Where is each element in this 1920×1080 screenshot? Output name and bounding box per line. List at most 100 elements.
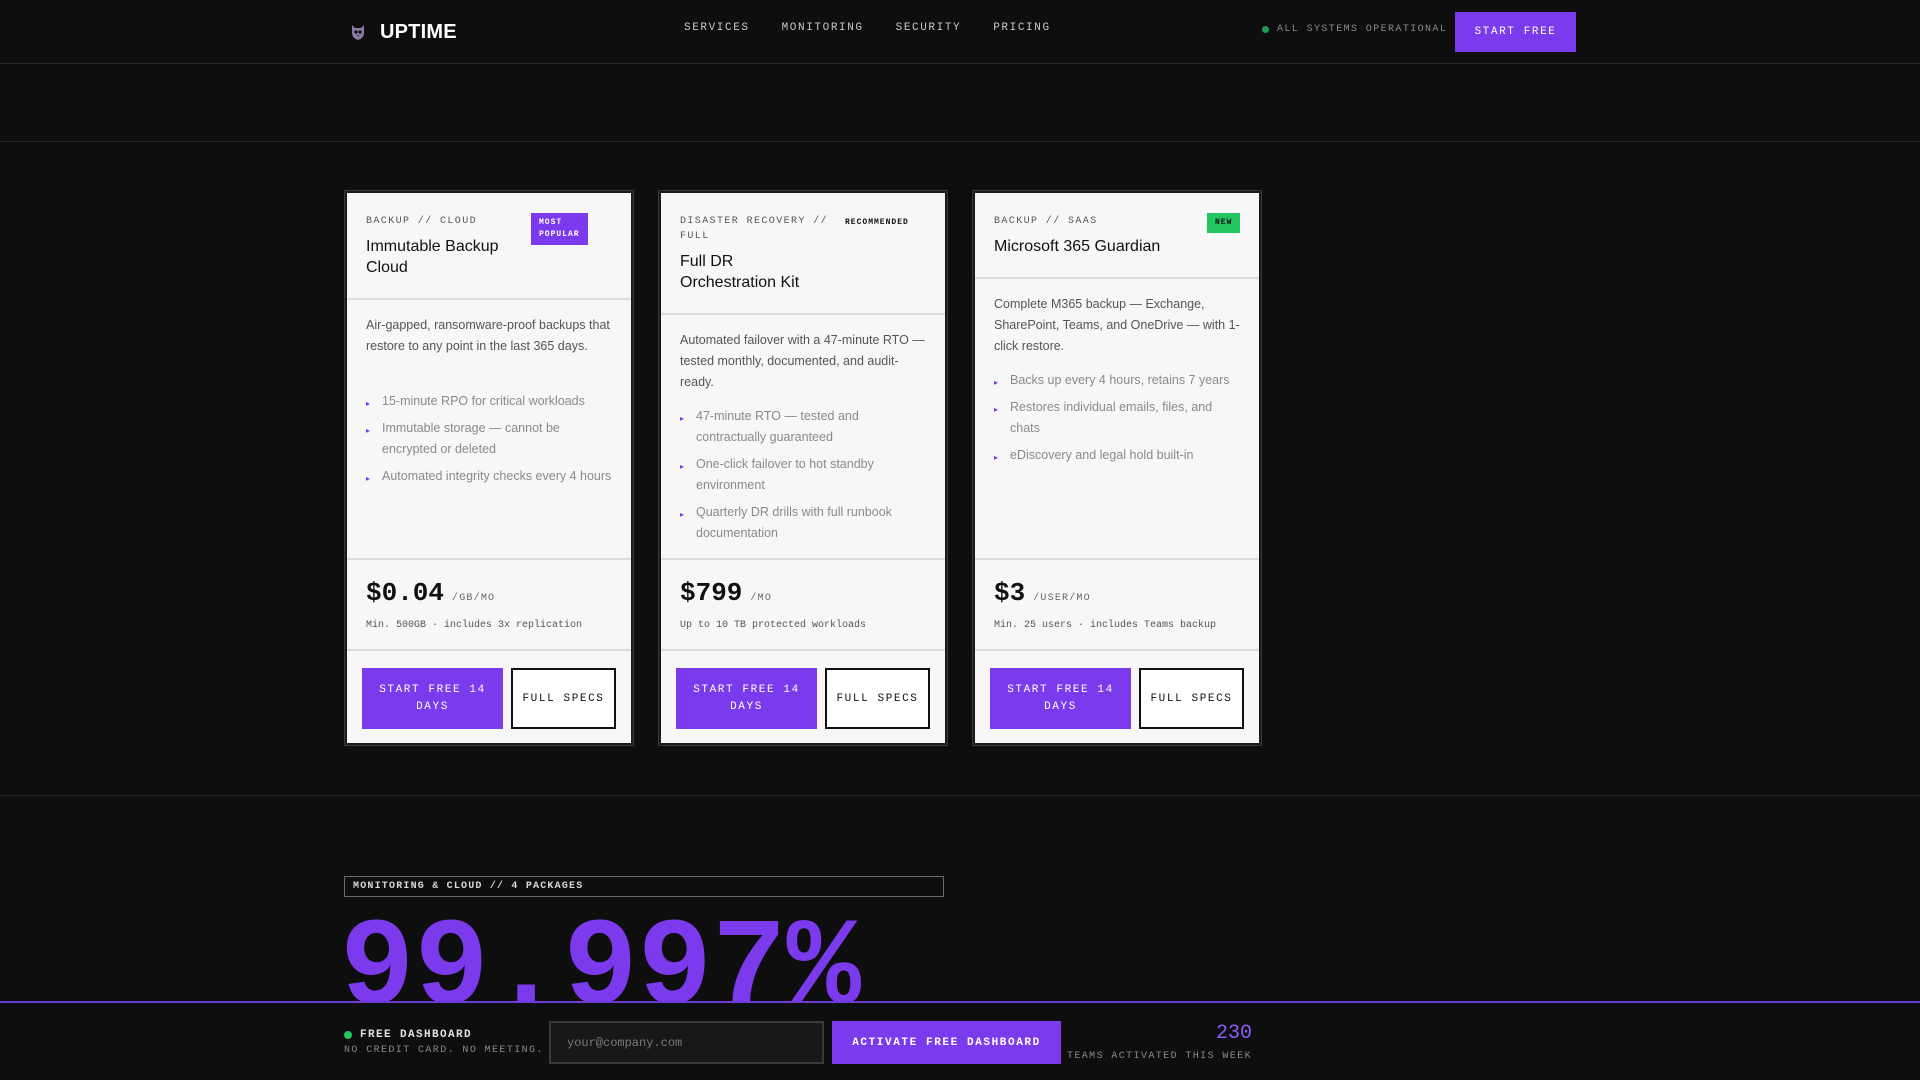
price: $3 /USER/MO [994,578,1091,608]
bullet-icon: ▸ [994,453,999,462]
feature-list: ▸ 15-minute RPO for critical workloads ▸ I… [366,391,616,493]
card-title-line: Cloud [366,259,408,276]
recommended-badge: RECOMMENDED [845,218,909,227]
main-nav: SERVICES MONITORING SECURITY PRICING [684,22,1051,34]
card-description: Automated failover with a 47-minute RTO … [680,333,925,389]
price-note: Min. 500GB · includes 3x replication [366,620,583,631]
feature-text: 47-minute RTO — tested and contractually… [696,409,859,444]
bullet-icon: ▸ [680,462,685,471]
status-dot-icon [344,1031,352,1039]
teams-count: 230 [1215,1022,1252,1045]
price-unit: /GB/MO [452,593,496,604]
bullet-icon: ▸ [680,510,685,519]
section-tag: MONITORING & CLOUD // 4 PACKAGES [344,876,944,897]
signup-bar: FREE DASHBOARD NO CREDIT CARD. NO MEETIN… [0,1001,1920,1080]
price-note: Min. 25 users · includes Teams backup [994,620,1217,631]
nav-pricing[interactable]: PRICING [993,22,1050,34]
feature-item: ▸ 47-minute RTO — tested and contractuall… [680,406,930,448]
feature-item: ▸ Automated integrity checks every 4 hour… [366,466,616,487]
pricing-card-immutable-backup: BACKUP // CLOUD Immutable Backup Cloud M… [345,191,633,745]
card-title: Microsoft 365 Guardian [994,238,1161,255]
price: $0.04 /GB/MO [366,578,495,608]
full-specs-button[interactable]: FULL SPECS [1139,668,1244,729]
eyebrow-line: DISASTER RECOVERY // [680,216,829,227]
card-description: Air-gapped, ransomware-proof backups tha… [366,318,610,353]
section-divider [0,141,1920,142]
feature-text: Quarterly DR drills with full runbook do… [696,505,892,540]
teams-count-label: TEAMS ACTIVATED THIS WEEK [1066,1051,1252,1062]
site-header: UPTIME SERVICES MONITORING SECURITY PRIC… [0,0,1920,64]
bullet-icon: ▸ [680,414,685,423]
badge-line: POPULAR [539,230,580,239]
card-header: BACKUP // SAAS Microsoft 365 Guardian NE… [975,193,1259,279]
card-title-line: Orchestration Kit [680,274,800,291]
shield-owl-icon [352,25,364,40]
activate-dashboard-button[interactable]: ACTIVATE FREE DASHBOARD [832,1021,1061,1064]
start-free-trial-button[interactable]: START FREE 14 DAYS [990,668,1131,729]
email-input[interactable] [549,1021,824,1064]
bullet-icon: ▸ [366,399,371,408]
feature-text: Backs up every 4 hours, retains 7 years [1010,373,1230,387]
feature-text: eDiscovery and legal hold built-in [1010,448,1194,462]
bullet-icon: ▸ [994,405,999,414]
full-specs-button[interactable]: FULL SPECS [825,668,930,729]
nav-services[interactable]: SERVICES [684,22,750,34]
card-title-line: Full DR [680,253,734,270]
status-dot-icon [1262,26,1269,33]
feature-item: ▸ eDiscovery and legal hold built-in [994,445,1244,466]
price-section: $3 /USER/MO Min. 25 users · includes Tea… [975,558,1259,651]
nav-monitoring[interactable]: MONITORING [782,22,864,34]
price-section: $799 /MO Up to 10 TB protected workloads [661,558,945,651]
pricing-card-m365-guardian: BACKUP // SAAS Microsoft 365 Guardian NE… [973,191,1261,745]
badge-line: MOST [539,218,563,227]
card-eyebrow: BACKUP // CLOUD [366,216,478,227]
nav-security[interactable]: SECURITY [896,22,962,34]
system-status: ALL SYSTEMS OPERATIONAL [1262,24,1447,35]
logo[interactable]: UPTIME [348,18,457,46]
feature-text: Immutable storage — cannot be encrypted … [382,421,560,456]
feature-text: One-click failover to hot standby enviro… [696,457,874,492]
card-description: Complete M365 backup — Exchange, SharePo… [994,297,1240,353]
card-title: Full DR Orchestration Kit [680,251,799,293]
card-header: BACKUP // CLOUD Immutable Backup Cloud M… [347,193,631,300]
feature-text: Restores individual emails, files, and c… [1010,400,1213,435]
section-divider [0,795,1920,796]
free-dashboard-label: FREE DASHBOARD [344,1029,472,1041]
card-header: DISASTER RECOVERY // FULL Full DR Orches… [661,193,945,315]
bullet-icon: ▸ [366,426,371,435]
price-value: $3 [994,578,1026,608]
price-section: $0.04 /GB/MO Min. 500GB · includes 3x re… [347,558,631,651]
full-specs-button[interactable]: FULL SPECS [511,668,616,729]
price-value: $0.04 [366,578,445,608]
feature-list: ▸ Backs up every 4 hours, retains 7 years… [994,370,1244,472]
start-free-button[interactable]: START FREE [1455,12,1576,52]
price-unit: /USER/MO [1033,593,1091,604]
feature-text: Automated integrity checks every 4 hours [382,469,612,483]
card-eyebrow: BACKUP // SAAS [994,216,1098,227]
free-dashboard-subtitle: NO CREDIT CARD. NO MEETING. [344,1045,544,1056]
logo-text: UPTIME [380,20,457,43]
feature-item: ▸ Quarterly DR drills with full runbook d… [680,502,930,544]
start-free-trial-button[interactable]: START FREE 14 DAYS [362,668,503,729]
price-value: $799 [680,578,743,608]
status-text: ALL SYSTEMS OPERATIONAL [1277,24,1448,35]
card-title: Immutable Backup Cloud [366,236,499,278]
feature-item: ▸ Restores individual emails, files, and … [994,397,1244,439]
most-popular-badge: MOST POPULAR [531,213,588,245]
price-note: Up to 10 TB protected workloads [680,620,867,631]
price-unit: /MO [750,593,773,604]
price: $799 /MO [680,578,772,608]
eyebrow-line: FULL [680,231,710,242]
card-title-line: Immutable Backup [366,238,499,255]
bullet-icon: ▸ [366,474,371,483]
start-free-trial-button[interactable]: START FREE 14 DAYS [676,668,817,729]
feature-item: ▸ Backs up every 4 hours, retains 7 years [994,370,1244,391]
feature-item: ▸ One-click failover to hot standby envir… [680,454,930,496]
new-badge: NEW [1207,213,1241,233]
feature-item: ▸ Immutable storage — cannot be encrypted… [366,418,616,460]
feature-text: 15-minute RPO for critical workloads [382,394,585,408]
free-dashboard-title: FREE DASHBOARD [360,1029,473,1041]
card-eyebrow: DISASTER RECOVERY // FULL [680,214,828,244]
uptime-stat: 99.997% [340,906,861,1002]
feature-item: ▸ 15-minute RPO for critical workloads [366,391,616,412]
